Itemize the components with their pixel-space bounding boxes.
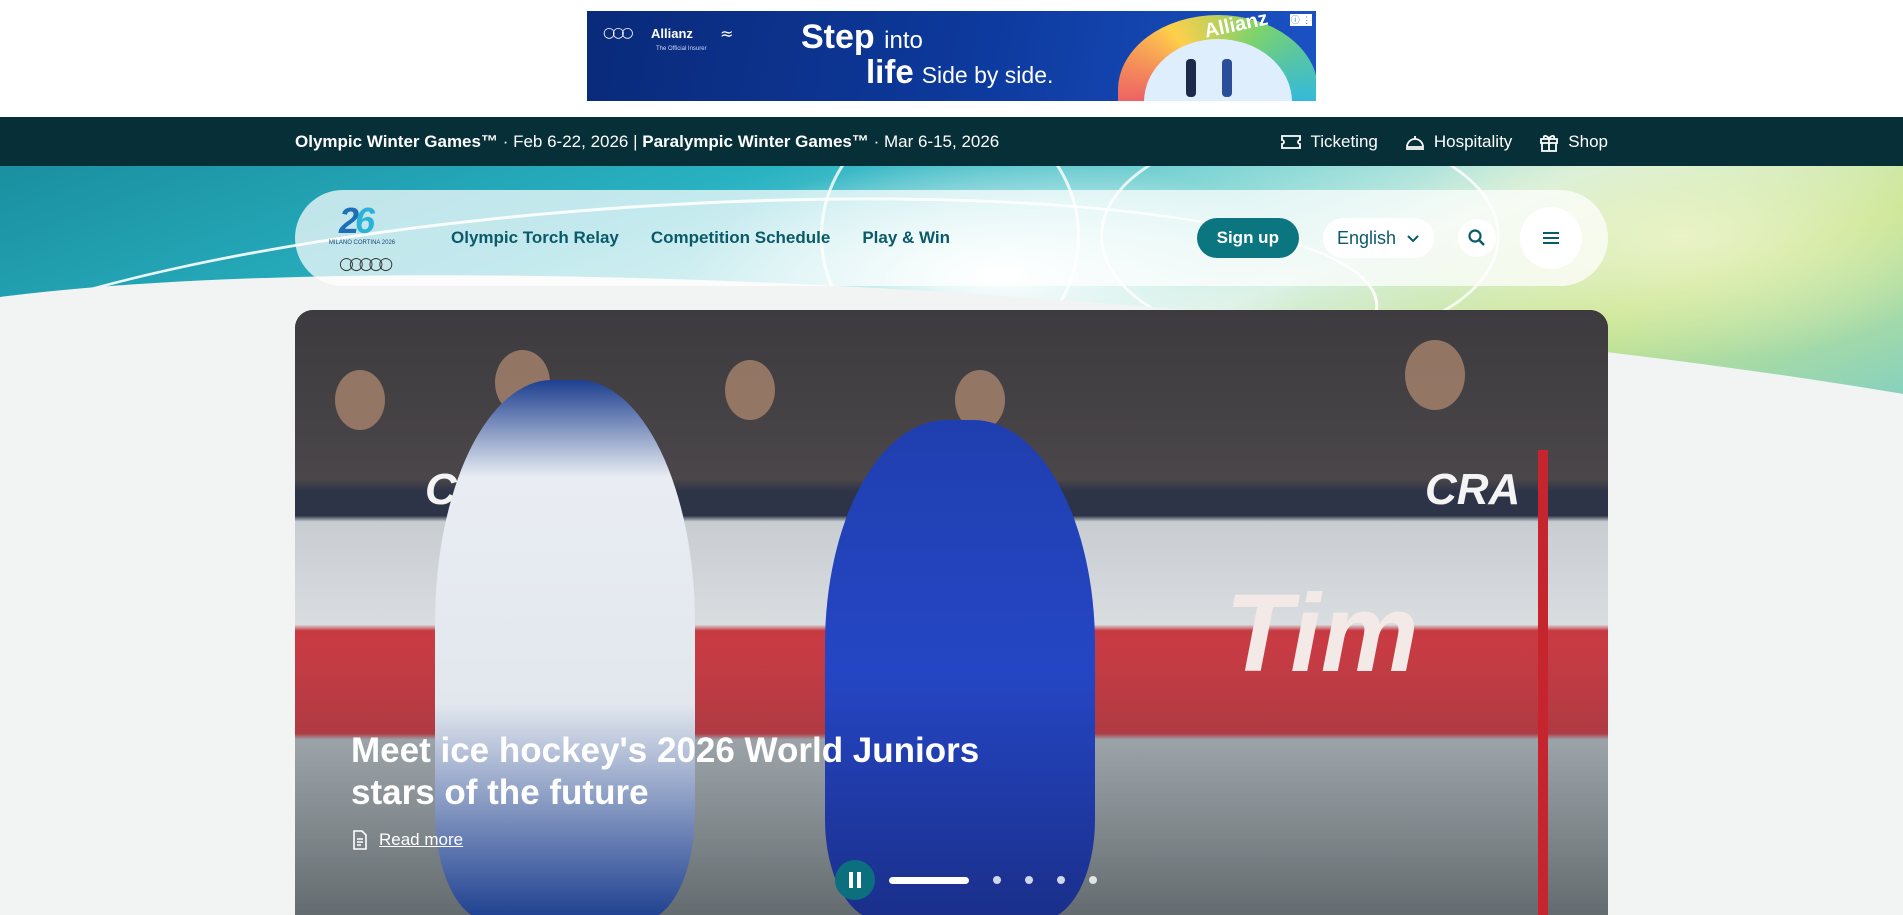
hero-carousel-card[interactable]: CRA CRA CRA Tim Meet ice hockey's 2026 W… xyxy=(295,310,1608,915)
search-icon xyxy=(1468,229,1485,246)
main-nav: 26 MILANO CORTINA 2026 ○○○○○ Olympic Tor… xyxy=(295,190,1608,286)
logo-mark: 26 xyxy=(339,200,375,241)
crowd-figure xyxy=(1405,340,1465,410)
goal-post xyxy=(1538,450,1608,915)
carousel-dot[interactable] xyxy=(1025,876,1033,884)
olympic-rings-icon: ○○○○○ xyxy=(339,254,393,274)
hospitality-label: Hospitality xyxy=(1433,131,1513,151)
ad-figure xyxy=(1186,59,1196,97)
carousel-dot-active[interactable] xyxy=(889,876,969,884)
ad-headline-line2: life Side by side. xyxy=(866,53,1054,90)
ad-figure xyxy=(1222,59,1232,97)
hero-headline: Meet ice hockey's 2026 World Juniors sta… xyxy=(351,731,980,812)
nav-actions: Sign up English xyxy=(1196,207,1582,269)
hamburger-icon xyxy=(1543,232,1559,244)
carousel-controls xyxy=(835,860,1097,900)
carousel-dot[interactable] xyxy=(993,876,1001,884)
ad-banner-area: ○○○ Allianz The Official Insurer ≈ Step … xyxy=(0,0,1903,117)
paralympic-dates: · Mar 6-15, 2026 xyxy=(868,131,1000,151)
quick-links: Ticketing Hospitality Shop xyxy=(1280,131,1608,153)
nav-link-torch-relay[interactable]: Olympic Torch Relay xyxy=(451,228,619,248)
carousel-dot[interactable] xyxy=(1057,876,1065,884)
milano-cortina-logo[interactable]: 26 MILANO CORTINA 2026 ○○○○○ xyxy=(325,200,399,276)
shop-link[interactable]: Shop xyxy=(1538,131,1608,153)
pause-icon xyxy=(849,872,853,888)
allianz-ad[interactable]: ○○○ Allianz The Official Insurer ≈ Step … xyxy=(587,11,1316,101)
board-logo: CRA xyxy=(1425,465,1521,514)
document-icon xyxy=(353,830,367,850)
ticketing-link[interactable]: Ticketing xyxy=(1280,131,1378,153)
language-value: English xyxy=(1336,227,1396,248)
ad-headline-line1: Step into xyxy=(801,18,923,56)
paralympic-agitos-icon: ≈ xyxy=(720,24,734,43)
hero-photo: CRA CRA CRA Tim xyxy=(295,310,1608,915)
games-dates: Olympic Winter Games™ · Feb 6-22, 2026 |… xyxy=(295,132,999,152)
ticket-icon xyxy=(1281,134,1302,149)
hero-section: 26 MILANO CORTINA 2026 ○○○○○ Olympic Tor… xyxy=(0,166,1903,915)
olympic-rings-icon: ○○○ xyxy=(603,25,634,41)
shop-label: Shop xyxy=(1568,131,1608,151)
paralympic-label: Paralympic Winter Games™ xyxy=(642,131,869,151)
adchoices-icon[interactable]: ⓘ ⋮ xyxy=(1290,14,1312,26)
ad-brand-sub: The Official Insurer xyxy=(656,46,707,52)
crowd-figure xyxy=(335,370,385,430)
gift-icon xyxy=(1540,134,1559,152)
sign-up-button[interactable]: Sign up xyxy=(1196,218,1299,258)
logo-text: MILANO CORTINA 2026 xyxy=(328,240,396,246)
nav-link-play-win[interactable]: Play & Win xyxy=(862,228,950,248)
games-info-bar: Olympic Winter Games™ · Feb 6-22, 2026 |… xyxy=(0,117,1903,166)
language-select[interactable]: English xyxy=(1322,218,1434,258)
nav-link-competition-schedule[interactable]: Competition Schedule xyxy=(651,228,830,248)
chevron-down-icon xyxy=(1407,235,1419,243)
olympic-label: Olympic Winter Games™ xyxy=(295,131,498,151)
read-more-link[interactable]: Read more xyxy=(351,830,463,850)
pause-icon xyxy=(857,872,861,888)
menu-button[interactable] xyxy=(1520,207,1582,269)
nav-links: Olympic Torch Relay Competition Schedule… xyxy=(451,228,950,248)
board-logo: Tim xyxy=(1225,572,1419,695)
player-white-jersey xyxy=(435,380,695,915)
hospitality-link[interactable]: Hospitality xyxy=(1404,131,1512,153)
ticketing-label: Ticketing xyxy=(1310,131,1378,151)
pause-button[interactable] xyxy=(835,860,875,900)
crowd-figure xyxy=(725,360,775,420)
read-more-label: Read more xyxy=(379,830,464,849)
cloche-icon xyxy=(1405,135,1424,150)
search-button[interactable] xyxy=(1458,219,1496,257)
player-blue-jersey xyxy=(825,420,1095,915)
ad-brand: Allianz xyxy=(651,26,693,41)
carousel-dot[interactable] xyxy=(1089,876,1097,884)
olympic-dates: · Feb 6-22, 2026 | xyxy=(497,131,643,151)
